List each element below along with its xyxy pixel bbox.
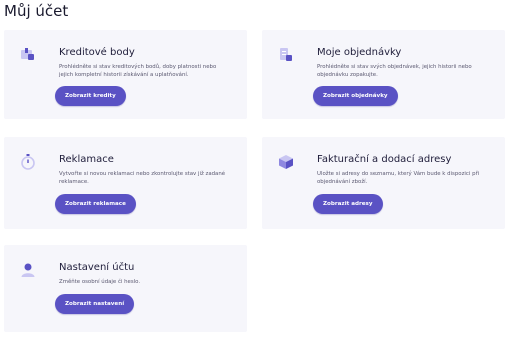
view-complaints-button[interactable]: Zobrazit reklamace <box>55 194 136 214</box>
card-addresses: Fakturační a dodací adresy Uložte si adr… <box>262 137 505 229</box>
card-credits: Kreditové body Prohlédněte si stav kredi… <box>4 30 247 119</box>
view-credits-button[interactable]: Zobrazit kredity <box>55 86 126 106</box>
page-title: Můj účet <box>4 2 69 20</box>
view-orders-button[interactable]: Zobrazit objednávky <box>313 86 398 106</box>
card-title: Reklamace <box>59 154 114 165</box>
card-title: Fakturační a dodací adresy <box>317 154 452 165</box>
card-description: Vytvořte si novou reklamaci nebo zkontro… <box>59 171 226 185</box>
view-settings-button[interactable]: Zobrazit nastavení <box>55 294 135 314</box>
card-description: Prohlédněte si stav svých objednávek, je… <box>317 64 472 78</box>
orders-icon <box>277 46 295 64</box>
card-description: Uložte si adresy do seznamu, který Vám b… <box>317 171 480 185</box>
card-title: Kreditové body <box>59 47 135 58</box>
card-title: Moje objednávky <box>317 47 402 58</box>
card-orders: Moje objednávky Prohlédněte si stav svýc… <box>262 30 505 119</box>
stopwatch-icon <box>19 153 37 171</box>
package-icon <box>277 153 295 171</box>
card-account-settings: Nastavení účtu Změňte osobní údaje či he… <box>4 245 247 332</box>
card-description: Změňte osobní údaje či heslo. <box>59 279 141 285</box>
credit-card-icon <box>19 46 37 64</box>
card-title: Nastavení účtu <box>59 262 135 273</box>
view-addresses-button[interactable]: Zobrazit adresy <box>313 194 383 214</box>
user-icon <box>19 261 37 279</box>
card-complaints: Reklamace Vytvořte si novou reklamaci ne… <box>4 137 247 229</box>
card-description: Prohlédněte si stav kreditových bodů, do… <box>59 64 217 78</box>
